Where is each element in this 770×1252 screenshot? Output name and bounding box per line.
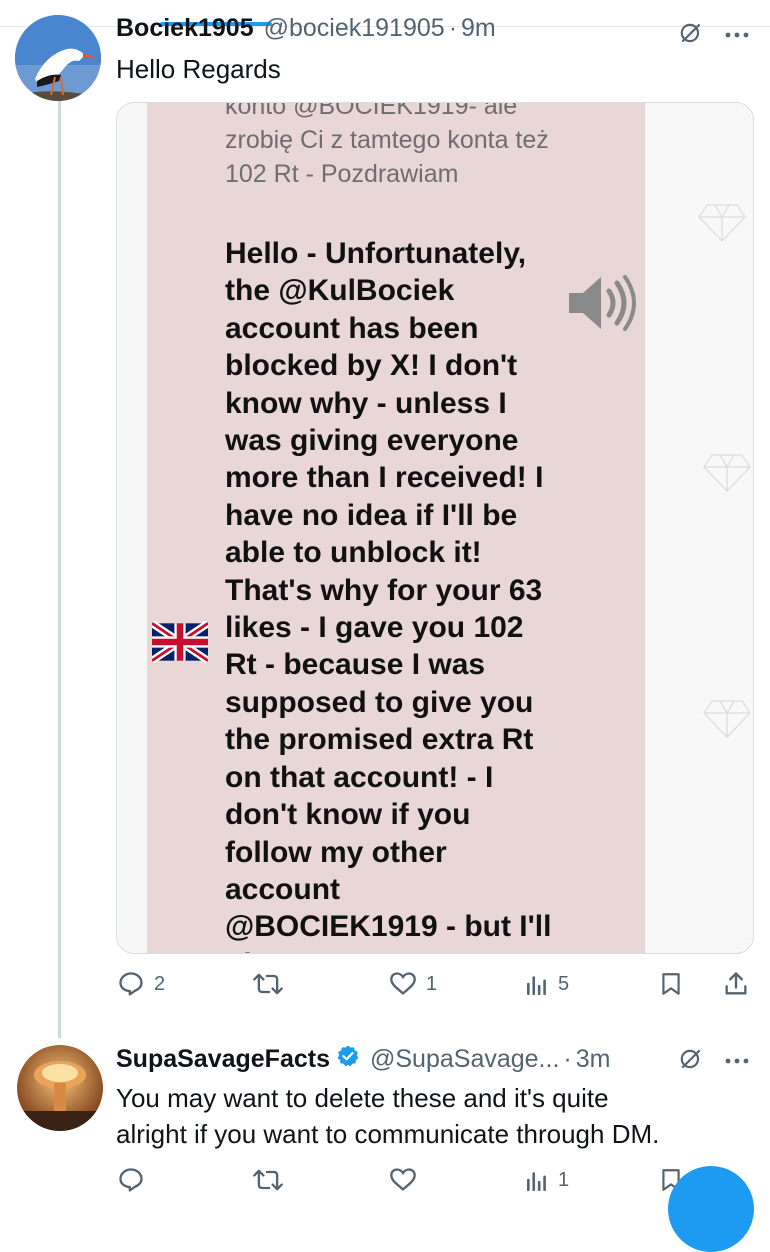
- tweet-text: Hello Regards: [116, 54, 281, 84]
- retweet-button[interactable]: [252, 1166, 388, 1194]
- reply-count: 2: [154, 972, 166, 995]
- english-text: Hello - Unfortunately, the @KulBociek ac…: [225, 237, 552, 953]
- share-icon: [725, 972, 747, 995]
- grok-icon[interactable]: [678, 20, 704, 51]
- uk-flag-icon: [152, 621, 208, 663]
- avatar-bociek[interactable]: [15, 15, 101, 101]
- grok-icon[interactable]: [678, 1046, 704, 1077]
- tweet-text: You may want to delete these and it's qu…: [116, 1080, 659, 1152]
- timestamp[interactable]: 9m: [461, 14, 496, 43]
- retweet-button[interactable]: [252, 970, 388, 998]
- more-icon[interactable]: [724, 1053, 750, 1071]
- avatar-supasavagefacts[interactable]: [17, 1045, 103, 1131]
- retweet-icon: [253, 1169, 283, 1191]
- author-handle[interactable]: @bociek191905: [264, 14, 445, 43]
- bookmark-icon: [662, 973, 680, 995]
- views-icon: [527, 976, 546, 996]
- retweet-icon: [253, 973, 283, 995]
- tweet2-actions: 1: [116, 1166, 756, 1194]
- tweet1-header-icons: [678, 20, 750, 51]
- like-icon: [390, 972, 416, 995]
- views-button[interactable]: 5: [524, 971, 658, 997]
- diamond-icon: [698, 204, 746, 243]
- like-count: 1: [426, 972, 438, 995]
- tweet-text-line-2: alright if you want to communicate throu…: [116, 1119, 660, 1149]
- tweet1-actions: 2 1 5: [116, 970, 756, 998]
- tweet2-header-icons: [678, 1046, 750, 1077]
- views-count: 5: [558, 972, 570, 995]
- separator-dot: ·: [563, 1045, 572, 1073]
- reply-button[interactable]: [116, 1166, 252, 1194]
- author-name[interactable]: SupaSavageFacts: [116, 1045, 330, 1074]
- verified-icon: [336, 1044, 360, 1075]
- reply-icon: [119, 1168, 143, 1192]
- share-button[interactable]: [722, 970, 750, 998]
- tweet2-header: SupaSavageFacts @SupaSavage... · 3m: [116, 1044, 610, 1075]
- reply-icon: [119, 972, 143, 996]
- views-button[interactable]: 1: [524, 1167, 658, 1193]
- author-name[interactable]: Bociek1905: [116, 14, 254, 43]
- speaker-icon: [569, 275, 636, 331]
- note-panel: konto @BOCIEK1919- ale zrobię Ci z tamte…: [147, 103, 645, 953]
- polish-text: konto @BOCIEK1919- ale zrobię Ci z tamte…: [225, 102, 549, 188]
- like-button[interactable]: 1: [388, 970, 524, 998]
- more-icon[interactable]: [724, 27, 750, 45]
- thread-line: [58, 98, 61, 1038]
- like-icon: [390, 1168, 416, 1191]
- media-image[interactable]: konto @BOCIEK1919- ale zrobię Ci z tamte…: [116, 102, 754, 954]
- author-handle[interactable]: @SupaSavage...: [370, 1045, 559, 1074]
- views-count: 1: [558, 1168, 570, 1191]
- media-left-margin: [117, 103, 147, 953]
- reply-button[interactable]: 2: [116, 970, 252, 998]
- tweet1-header: Bociek1905 @bociek191905 · 9m: [116, 14, 496, 43]
- tweet-text-line-1: You may want to delete these and it's qu…: [116, 1083, 609, 1113]
- compose-fab-button[interactable]: [668, 1166, 754, 1252]
- timestamp[interactable]: 3m: [576, 1045, 611, 1074]
- views-icon: [527, 1172, 546, 1192]
- bookmark-button[interactable]: [658, 970, 722, 998]
- separator-dot: ·: [448, 14, 458, 42]
- diamond-icon: [703, 700, 751, 739]
- diamond-icon: [703, 454, 751, 493]
- like-button[interactable]: [388, 1166, 524, 1194]
